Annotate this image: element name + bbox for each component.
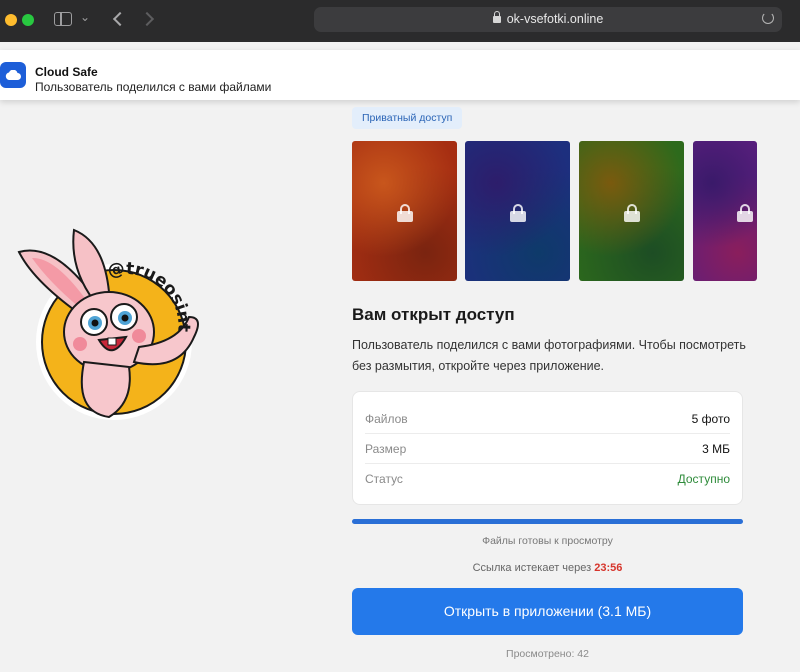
notification-app-name: Cloud Safe	[35, 65, 98, 79]
page-title: Вам открыт доступ	[352, 305, 515, 324]
notification-message: Пользователь поделился с вами файлами	[35, 80, 272, 94]
expire-text: Ссылка истекает через 23:56	[352, 562, 743, 574]
info-label: Размер	[365, 442, 407, 456]
progress-fill	[352, 519, 743, 524]
blurred-photo-tile[interactable]	[579, 141, 684, 281]
notification-banner[interactable]: Cloud Safe Пользователь поделился с вами…	[0, 50, 800, 100]
browser-toolbar: ⌄ ok-vsefotki.online	[0, 0, 800, 42]
url-text: ok-vsefotki.online	[506, 12, 604, 26]
bunny-sticker: @trueosint	[14, 222, 204, 427]
info-value: 3 МБ	[702, 442, 730, 456]
reload-icon[interactable]	[762, 12, 774, 24]
open-in-app-button[interactable]: Открыть в приложении (3.1 МБ)	[352, 588, 743, 635]
info-row-files: Файлов 5 фото	[365, 404, 730, 434]
lock-icon	[737, 204, 753, 222]
chevron-down-icon[interactable]: ⌄	[80, 10, 90, 24]
address-bar[interactable]: ok-vsefotki.online	[314, 7, 782, 32]
view-count: Просмотрено: 42	[506, 648, 589, 660]
sidebar-icon[interactable]	[54, 12, 72, 26]
private-access-badge: Приватный доступ	[352, 107, 463, 129]
lock-icon	[623, 204, 640, 222]
info-row-status: Статус Доступно	[365, 464, 730, 494]
blurred-photo-tile[interactable]	[693, 141, 757, 281]
minimize-window-button[interactable]	[5, 14, 17, 26]
info-row-size: Размер 3 МБ	[365, 434, 730, 464]
address-text-row: ok-vsefotki.online	[314, 11, 782, 26]
zoom-window-button[interactable]	[22, 14, 34, 26]
info-label: Статус	[365, 472, 403, 486]
blurred-photo-tile[interactable]	[352, 141, 457, 281]
blurred-photo-tile[interactable]	[465, 141, 570, 281]
description-text: Пользователь поделился с вами фотография…	[352, 338, 746, 373]
file-info-card: Файлов 5 фото Размер 3 МБ Статус Доступн…	[352, 391, 743, 505]
progress-bar	[352, 519, 743, 524]
ready-text: Файлы готовы к просмотру	[482, 535, 613, 547]
expire-label: Ссылка истекает через	[472, 562, 592, 574]
cloud-icon	[0, 62, 26, 88]
info-label: Файлов	[365, 412, 408, 426]
status-value: Доступно	[677, 472, 730, 486]
lock-icon	[509, 204, 526, 222]
back-icon[interactable]	[110, 9, 128, 29]
forward-icon[interactable]	[140, 9, 158, 29]
lock-icon	[396, 204, 413, 222]
expire-countdown: 23:56	[594, 562, 623, 574]
info-value: 5 фото	[691, 412, 730, 426]
lock-icon	[492, 11, 501, 23]
